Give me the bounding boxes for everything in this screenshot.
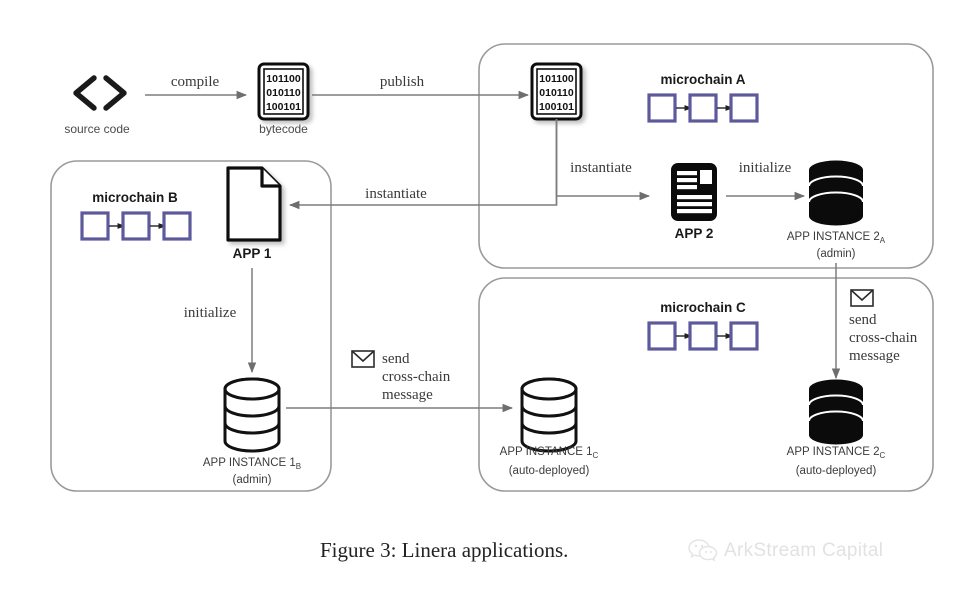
cross-chain-message-left-line-1: send bbox=[382, 351, 410, 367]
watermark-text: ArkStream Capital bbox=[724, 540, 884, 561]
figure-caption: Figure 3: Linera applications. bbox=[320, 538, 568, 562]
cross-chain-message-right-line-1: send bbox=[849, 312, 877, 328]
app-2-label: APP 2 bbox=[675, 226, 714, 241]
app-instance-1c-icon bbox=[520, 377, 578, 453]
figure-canvas: source code compile 101100 010110 100101… bbox=[0, 0, 972, 605]
instantiate-app1-label: instantiate bbox=[365, 186, 427, 202]
source-code-label: source code bbox=[64, 122, 130, 136]
published-bytecode-bits-line-2: 010110 bbox=[539, 87, 574, 99]
app-instance-1b-icon bbox=[223, 377, 281, 453]
linera-applications-diagram: source code compile 101100 010110 100101… bbox=[50, 43, 934, 562]
compile-label: compile bbox=[171, 74, 220, 90]
microchain-a-blocks bbox=[647, 93, 759, 123]
app-1-label: APP 1 bbox=[233, 246, 272, 261]
app-instance-1c-label: APP INSTANCE 1C bbox=[500, 446, 599, 460]
microchain-b-blocks bbox=[80, 211, 192, 241]
cross-chain-message-left-line-3: message bbox=[382, 387, 433, 403]
app-instance-2a-note: (admin) bbox=[817, 248, 856, 260]
initialize-instance2a-label: initialize bbox=[739, 160, 792, 176]
bytecode-bits-line-1: 101100 bbox=[266, 73, 301, 85]
wechat-icon bbox=[688, 539, 718, 562]
initialize-instance1b-label: initialize bbox=[184, 305, 237, 321]
watermark: ArkStream Capital bbox=[688, 538, 883, 564]
instantiate-app2-label: instantiate bbox=[570, 160, 632, 176]
app-instance-2c-note: (auto-deployed) bbox=[796, 465, 877, 477]
microchain-b-container bbox=[50, 160, 332, 492]
app-instance-2a-label: APP INSTANCE 2A bbox=[787, 231, 886, 245]
envelope-icon bbox=[351, 350, 375, 368]
envelope-icon-right bbox=[850, 289, 874, 307]
app-instance-2c-label: APP INSTANCE 2C bbox=[787, 446, 886, 460]
app-instance-1b-note: (admin) bbox=[233, 474, 272, 486]
cross-chain-message-right-line-3: message bbox=[849, 348, 900, 364]
app-instance-1b-label: APP INSTANCE 1B bbox=[203, 457, 301, 471]
microchain-c-blocks bbox=[647, 321, 759, 351]
app-instance-2c-icon bbox=[808, 379, 864, 445]
bytecode-bits-line-2: 010110 bbox=[266, 87, 301, 99]
bytecode-bits-line-3: 100101 bbox=[266, 101, 301, 113]
bytecode-label: bytecode bbox=[259, 122, 308, 136]
microchain-c-title: microchain C bbox=[660, 300, 746, 315]
app-instance-2a-icon bbox=[808, 160, 864, 226]
publish-label: publish bbox=[380, 74, 425, 90]
source-code-icon bbox=[73, 75, 127, 111]
published-bytecode-bits-line-1: 101100 bbox=[539, 73, 574, 85]
app-instance-1c-note: (auto-deployed) bbox=[509, 465, 590, 477]
cross-chain-message-right-line-2: cross-chain bbox=[849, 330, 918, 346]
microchain-b-title: microchain B bbox=[92, 190, 178, 205]
cross-chain-message-left-line-2: cross-chain bbox=[382, 369, 451, 385]
app-2-icon bbox=[671, 163, 717, 221]
app-1-icon bbox=[226, 166, 282, 242]
microchain-a-title: microchain A bbox=[660, 72, 745, 87]
published-bytecode-bits-line-3: 100101 bbox=[539, 101, 574, 113]
